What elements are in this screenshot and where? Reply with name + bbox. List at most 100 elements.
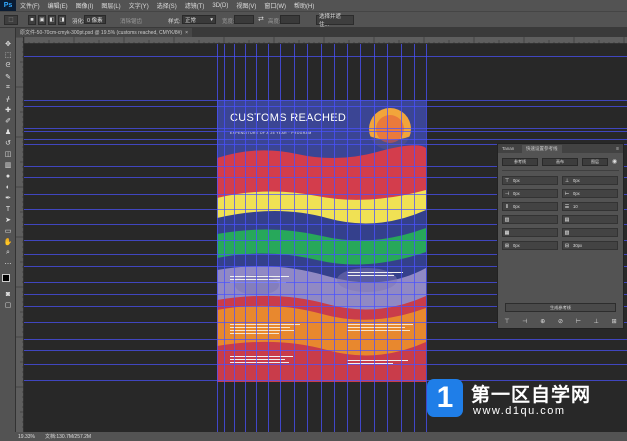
type-tool-icon[interactable]: T xyxy=(3,205,13,213)
menu-help[interactable]: 帮助(H) xyxy=(290,1,318,10)
marquee-tool-icon[interactable]: ⬚ xyxy=(3,51,13,59)
vertical-ruler[interactable] xyxy=(16,37,24,432)
guide-horizontal[interactable] xyxy=(24,339,627,340)
zoom-tool-icon[interactable]: ⌕ xyxy=(3,249,13,257)
clear-guides-icon[interactable]: ⊘ xyxy=(558,318,563,325)
crop-tool-icon[interactable]: ⌗ xyxy=(3,84,13,92)
hand-tool-icon[interactable]: ✋ xyxy=(3,238,13,246)
poster-body-block-6[interactable] xyxy=(347,360,413,366)
width-input[interactable] xyxy=(234,15,254,24)
panel-tab-guides[interactable]: 快速设置参考线 xyxy=(522,145,562,153)
poster-body-block-4[interactable] xyxy=(347,324,413,333)
guide-vertical[interactable] xyxy=(321,44,322,432)
align-bottom-icon[interactable]: ⊥ xyxy=(594,318,599,325)
gutter-h-field[interactable]: ▥ xyxy=(502,215,558,224)
guide-vertical[interactable] xyxy=(280,44,281,432)
panel-layer-button[interactable]: 图层 xyxy=(582,158,608,166)
guide-vertical[interactable] xyxy=(245,44,246,432)
align-left-icon[interactable]: ⊣ xyxy=(522,318,527,325)
guide-vertical[interactable] xyxy=(426,44,427,432)
antialias-checkbox[interactable]: 消除锯齿 xyxy=(120,17,142,25)
guide-vertical[interactable] xyxy=(401,44,402,432)
add-selection-button[interactable]: ▣ xyxy=(38,15,46,25)
close-icon[interactable]: × xyxy=(185,30,188,36)
document-tab[interactable]: 原文件-50-70cm-cmyk-300pt.psd @ 19.5% (cust… xyxy=(16,28,192,37)
subtract-selection-button[interactable]: ◧ xyxy=(48,15,56,25)
quick-mask-icon[interactable]: ◙ xyxy=(3,290,13,298)
new-selection-button[interactable]: ■ xyxy=(28,15,36,25)
margin-left-field[interactable]: ⊣ 0px xyxy=(502,189,558,198)
eraser-tool-icon[interactable]: ◫ xyxy=(3,150,13,158)
eye-icon[interactable]: ◉ xyxy=(612,158,617,165)
menu-window[interactable]: 窗口(W) xyxy=(260,1,290,10)
healing-brush-tool-icon[interactable]: ✚ xyxy=(3,106,13,114)
gradient-tool-icon[interactable]: ▥ xyxy=(3,161,13,169)
panel-menu-icon[interactable]: ≡ xyxy=(616,146,619,152)
zoom-level[interactable]: 19.33% xyxy=(18,434,35,440)
guide-vertical[interactable] xyxy=(294,44,295,432)
guide-horizontal[interactable] xyxy=(24,139,627,140)
path-select-tool-icon[interactable]: ➤ xyxy=(3,216,13,224)
menu-view[interactable]: 视图(V) xyxy=(232,1,260,10)
move-tool-icon[interactable]: ✥ xyxy=(3,40,13,48)
margin-top-field[interactable]: ⊤ 0px xyxy=(502,176,558,185)
dodge-tool-icon[interactable]: ◐ xyxy=(3,183,13,191)
swap-icon[interactable]: ⇄ xyxy=(258,15,264,23)
history-brush-tool-icon[interactable]: ↺ xyxy=(3,139,13,147)
panel-tab-tanan[interactable]: Tanan xyxy=(502,146,514,151)
guide-vertical[interactable] xyxy=(224,44,225,432)
marquee-preset-button[interactable]: ⬚ xyxy=(4,15,18,25)
menu-file[interactable]: 文件(F) xyxy=(16,1,44,10)
rectangle-tool-icon[interactable]: ▭ xyxy=(3,227,13,235)
guide-horizontal[interactable] xyxy=(24,106,627,107)
panel-guides-button[interactable]: 参考线 xyxy=(502,158,538,166)
menu-type[interactable]: 文字(Y) xyxy=(125,1,153,10)
guide-vertical[interactable] xyxy=(256,44,257,432)
guide-vertical[interactable] xyxy=(217,44,218,432)
poster-body-block-3[interactable] xyxy=(230,324,300,336)
style-select[interactable]: 正常 ▾ xyxy=(182,15,216,24)
pen-tool-icon[interactable]: ✒ xyxy=(3,194,13,202)
panel-canvas-button[interactable]: 画布 xyxy=(542,158,578,166)
guide-vertical[interactable] xyxy=(360,44,361,432)
menu-image[interactable]: 图像(I) xyxy=(72,1,98,10)
guide-horizontal[interactable] xyxy=(24,364,627,365)
gutter-v-field[interactable]: ▤ xyxy=(562,215,618,224)
align-center-icon[interactable]: ⊕ xyxy=(540,318,545,325)
intersect-selection-button[interactable]: ◨ xyxy=(58,15,66,25)
margin-right-field[interactable]: ⊢ 0px xyxy=(562,189,618,198)
feather-input[interactable]: 0 像素 xyxy=(84,15,106,24)
guide-vertical[interactable] xyxy=(334,44,335,432)
guide-vertical[interactable] xyxy=(234,44,235,432)
poster-body-block-2[interactable] xyxy=(347,272,409,278)
menu-filter[interactable]: 滤镜(T) xyxy=(181,1,209,10)
poster-body-block-1[interactable] xyxy=(230,276,292,285)
height-input[interactable] xyxy=(280,15,300,24)
guide-horizontal[interactable] xyxy=(24,100,627,101)
columns-field[interactable]: ⦀ 0px xyxy=(502,202,558,211)
menu-3d[interactable]: 3D(D) xyxy=(208,3,232,9)
guide-vertical[interactable] xyxy=(374,44,375,432)
center-y-field[interactable]: ⊟ 30px xyxy=(562,241,618,250)
brush-tool-icon[interactable]: ✐ xyxy=(3,117,13,125)
poster-title[interactable]: CUSTOMS REACHED xyxy=(230,112,346,124)
rows-field[interactable]: ☰ 10 xyxy=(562,202,618,211)
guide-horizontal[interactable] xyxy=(24,350,627,351)
screen-mode-icon[interactable]: ▢ xyxy=(3,301,13,309)
guide-vertical[interactable] xyxy=(307,44,308,432)
guide-vertical[interactable] xyxy=(414,44,415,432)
center-x-field[interactable]: ⊞ 0px xyxy=(502,241,558,250)
menu-layer[interactable]: 图层(L) xyxy=(97,1,124,10)
menu-edit[interactable]: 编辑(E) xyxy=(44,1,72,10)
guide-horizontal[interactable] xyxy=(24,131,627,132)
guide-vertical[interactable] xyxy=(268,44,269,432)
guide-horizontal[interactable] xyxy=(24,56,627,57)
blur-tool-icon[interactable]: ● xyxy=(3,172,13,180)
foreground-color-swatch[interactable] xyxy=(2,274,10,282)
generate-guides-button[interactable]: 生成参考线 xyxy=(505,303,616,312)
eyedropper-tool-icon[interactable]: ᚋ xyxy=(3,95,13,103)
more-tools-icon[interactable]: ⋯ xyxy=(3,260,13,268)
guide-vertical[interactable] xyxy=(387,44,388,432)
align-right-icon[interactable]: ⊢ xyxy=(576,318,581,325)
offset-h-field[interactable]: ▦ xyxy=(502,228,558,237)
